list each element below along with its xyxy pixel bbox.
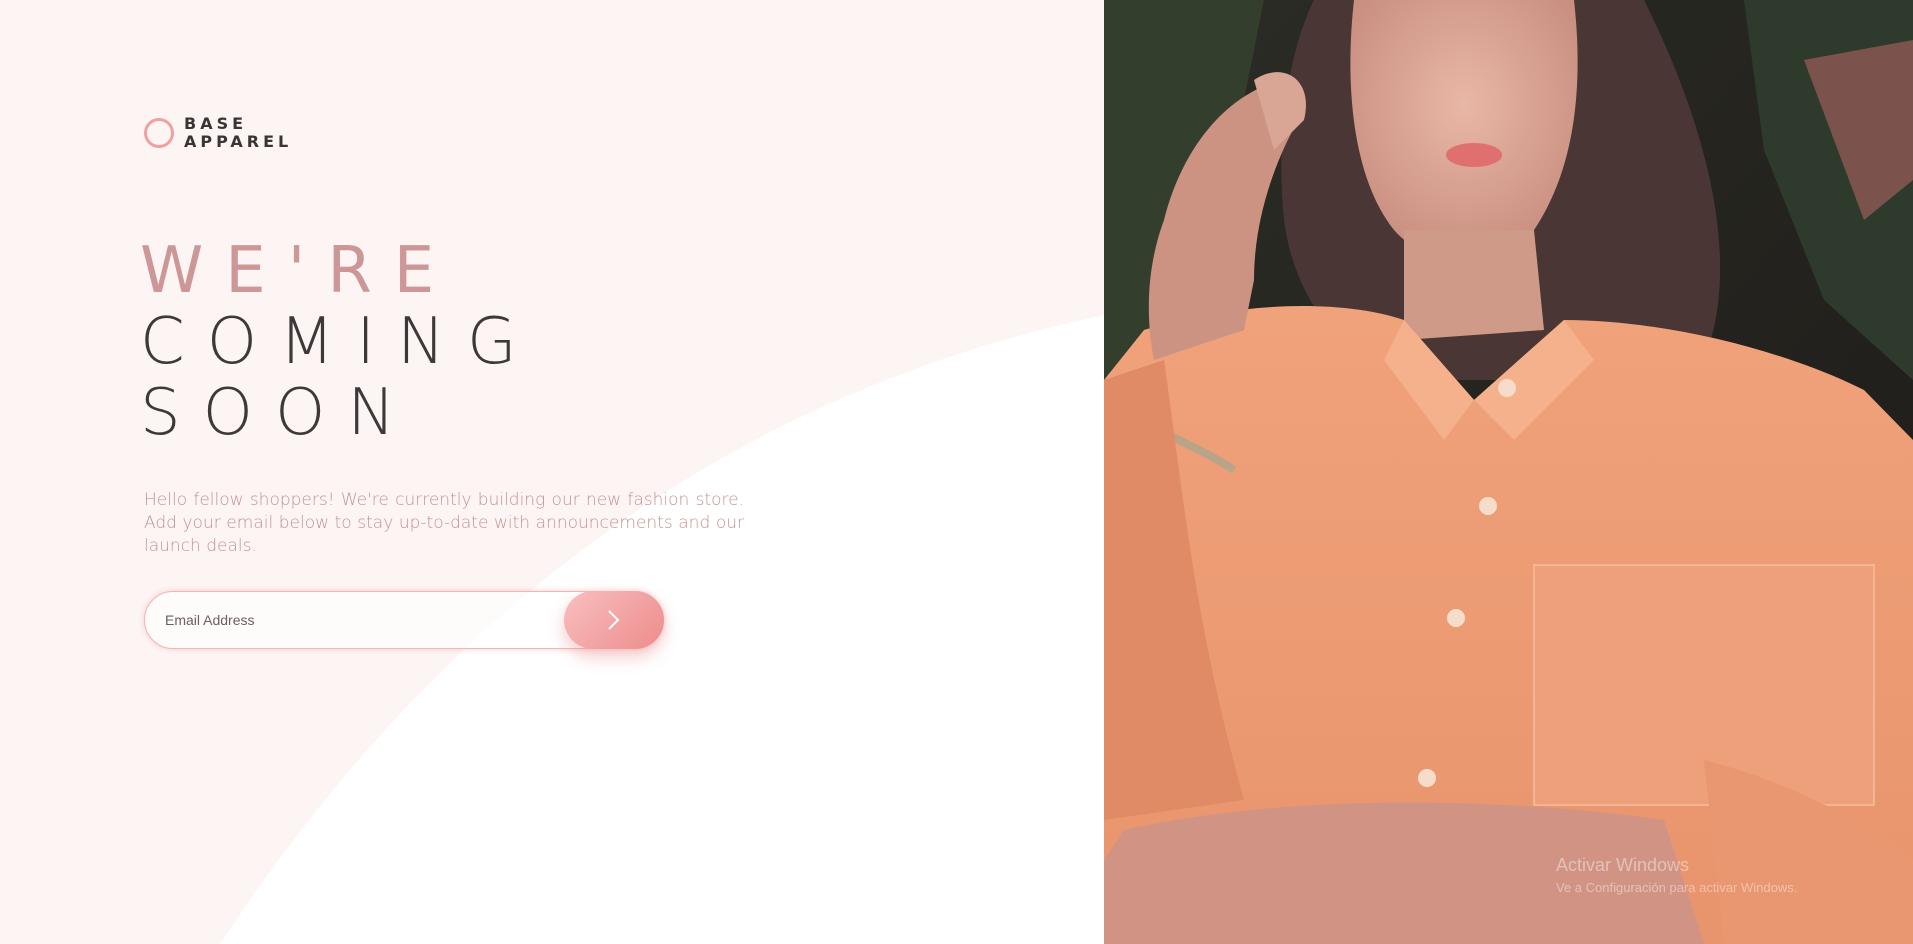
brand-name: BASE APPAREL	[184, 115, 292, 151]
chevron-right-icon	[608, 610, 620, 630]
watermark-subtitle: Ve a Configuración para activar Windows.	[1556, 880, 1798, 895]
brand-line-2: APPAREL	[184, 132, 293, 151]
hero-photo	[1104, 0, 1913, 944]
logo-circle-icon	[144, 118, 174, 148]
windows-activation-watermark: Activar Windows Ve a Configuración para …	[1556, 855, 1797, 895]
page-title: WE'RE COMING SOON	[140, 236, 539, 449]
intro-description: Hello fellow shoppers! We're currently b…	[144, 490, 744, 556]
email-input[interactable]	[165, 592, 545, 648]
headline-line-1: WE'RE	[140, 234, 457, 308]
brand-line-1: BASE	[184, 114, 248, 133]
subscribe-form	[144, 591, 664, 649]
brand-logo[interactable]: BASE APPAREL	[144, 115, 292, 151]
headline-line-2: COMING	[140, 305, 539, 379]
left-panel: BASE APPAREL WE'RE COMING SOON Hello fel…	[0, 0, 1104, 944]
watermark-title: Activar Windows	[1556, 855, 1690, 875]
headline-line-3: SOON	[140, 376, 418, 450]
submit-button[interactable]	[564, 591, 664, 649]
hero-image	[1104, 0, 1913, 944]
